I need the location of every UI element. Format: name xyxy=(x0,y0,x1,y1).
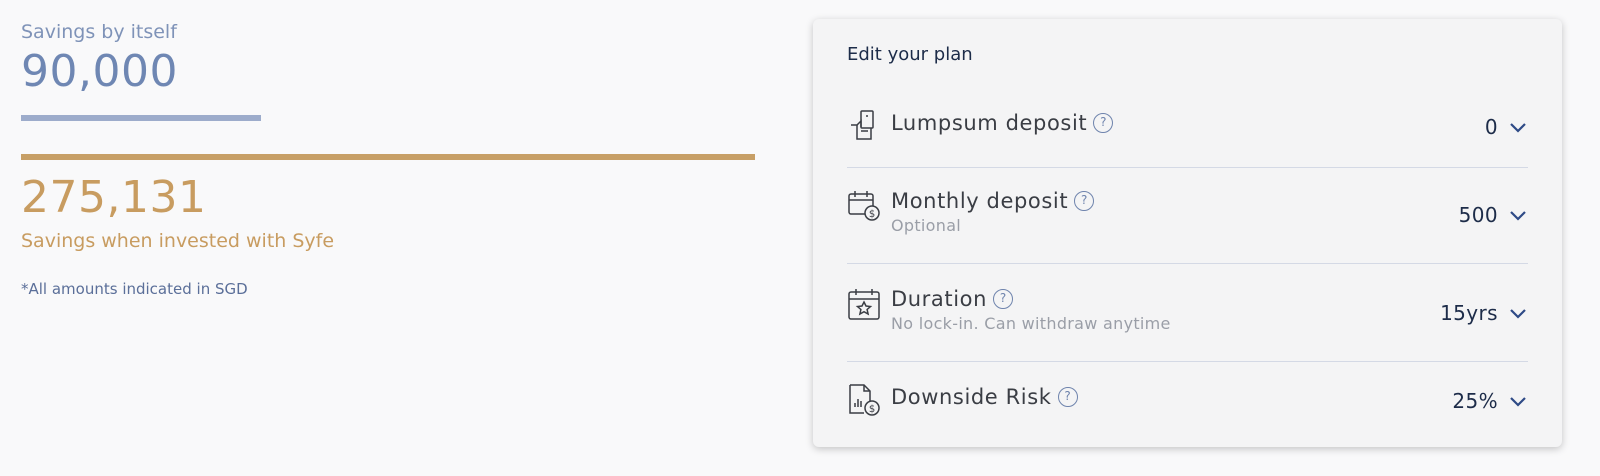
row-divider xyxy=(847,361,1528,362)
chevron-down-icon[interactable] xyxy=(1508,303,1528,323)
invested-savings-bar xyxy=(21,154,755,160)
help-icon[interactable]: ? xyxy=(993,289,1014,309)
monthly-deposit-label: Monthly deposit xyxy=(891,189,1069,213)
monthly-deposit-row[interactable]: $ Monthly deposit? Optional 500 xyxy=(847,189,1528,245)
currency-note: *All amounts indicated in SGD xyxy=(21,280,248,298)
help-icon[interactable]: ? xyxy=(1093,113,1114,133)
lumpsum-deposit-value: 0 xyxy=(1484,115,1498,139)
chevron-down-icon[interactable] xyxy=(1508,205,1528,225)
row-divider xyxy=(847,167,1528,168)
duration-value: 15yrs xyxy=(1440,301,1498,325)
document-dollar-icon: $ xyxy=(847,383,881,417)
row-divider xyxy=(847,263,1528,264)
calendar-star-icon xyxy=(847,287,881,321)
lumpsum-deposit-row[interactable]: Lumpsum deposit? 0 xyxy=(847,109,1528,149)
help-icon[interactable]: ? xyxy=(1057,387,1078,407)
duration-row[interactable]: Duration? No lock-in. Can withdraw anyti… xyxy=(847,287,1528,343)
chevron-down-icon[interactable] xyxy=(1508,117,1528,137)
duration-select[interactable]: 15yrs xyxy=(1440,301,1528,325)
hand-money-icon xyxy=(847,109,881,143)
self-savings-label: Savings by itself xyxy=(21,21,177,43)
invested-savings-value: 275,131 xyxy=(21,172,207,223)
chevron-down-icon[interactable] xyxy=(1508,391,1528,411)
self-savings-bar xyxy=(21,115,261,121)
help-icon[interactable]: ? xyxy=(1074,191,1095,211)
downside-risk-select[interactable]: 25% xyxy=(1452,389,1528,413)
svg-text:$: $ xyxy=(869,209,875,220)
svg-text:$: $ xyxy=(869,404,875,415)
edit-plan-card: Edit your plan Lumpsum deposit? 0 $ Mont… xyxy=(813,19,1562,447)
edit-plan-title: Edit your plan xyxy=(847,44,973,65)
duration-subtitle: No lock-in. Can withdraw anytime xyxy=(891,314,1171,333)
lumpsum-deposit-select[interactable]: 0 xyxy=(1485,115,1528,139)
savings-calculator: Savings by itself 90,000 275,131 Savings… xyxy=(0,0,1600,476)
duration-label: Duration xyxy=(891,287,988,311)
downside-risk-value: 25% xyxy=(1452,389,1498,413)
monthly-deposit-value: 500 xyxy=(1458,203,1498,227)
downside-risk-label: Downside Risk xyxy=(891,385,1052,409)
downside-risk-row[interactable]: $ Downside Risk? 25% xyxy=(847,383,1528,423)
monthly-deposit-select[interactable]: 500 xyxy=(1459,203,1528,227)
lumpsum-deposit-label: Lumpsum deposit xyxy=(891,111,1088,135)
monthly-deposit-subtitle: Optional xyxy=(891,216,962,235)
invested-savings-label: Savings when invested with Syfe xyxy=(21,230,335,252)
savings-summary: Savings by itself 90,000 275,131 Savings… xyxy=(21,0,773,476)
self-savings-value: 90,000 xyxy=(21,46,178,97)
calendar-dollar-icon: $ xyxy=(847,189,881,223)
